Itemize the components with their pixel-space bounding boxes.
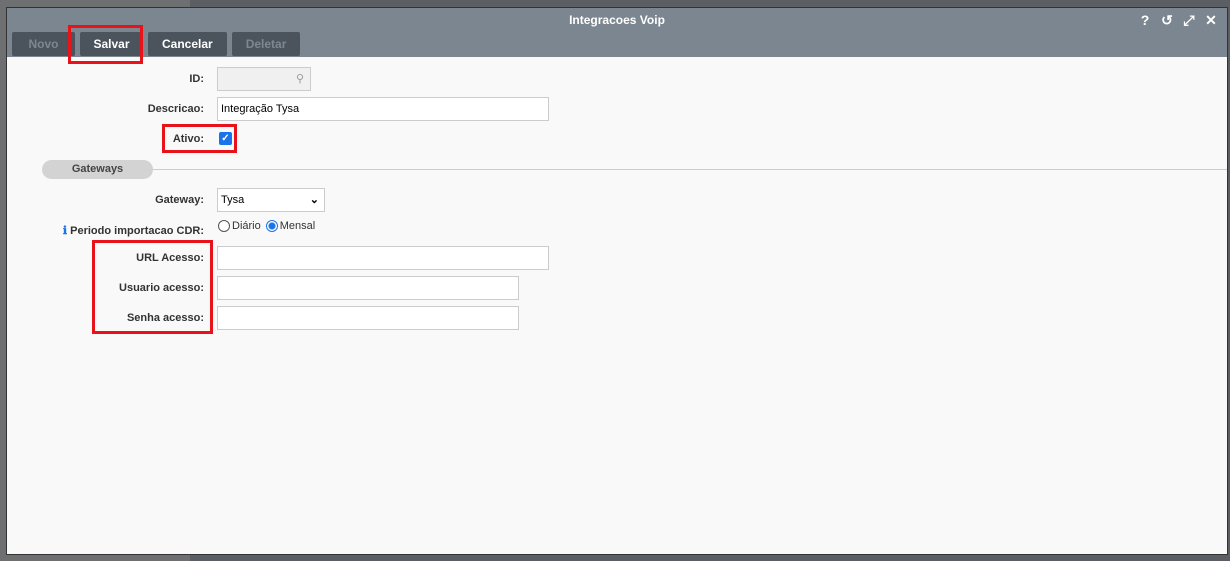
chevron-down-icon: ⌄ [309, 194, 319, 206]
gateway-selected-value: Tysa [221, 194, 245, 206]
descricao-input[interactable]: Integração Tysa [217, 97, 549, 121]
periodo-label: ℹ Periodo importacao CDR: [63, 224, 204, 237]
radio-mensal-label: Mensal [279, 220, 316, 232]
id-input[interactable]: ⚲ [217, 67, 311, 91]
history-icon[interactable]: ↺ [1159, 12, 1175, 29]
cancelar-button[interactable]: Cancelar [148, 32, 227, 56]
gateway-select[interactable]: Tysa ⌄ [217, 188, 325, 212]
section-divider [153, 169, 1227, 170]
search-icon[interactable]: ⚲ [296, 68, 304, 90]
dialog-titlebar: Integracoes Voip ? ↺ ⤢ ✕ Novo Salvar Can… [7, 8, 1227, 57]
usuario-acesso-label: Usuario acesso: [119, 282, 204, 294]
senha-acesso-label: Senha acesso: [126, 312, 204, 324]
periodo-radio-group: Diário Mensal [218, 220, 315, 232]
help-icon[interactable]: ? [1137, 12, 1153, 29]
url-acesso-label: URL Acesso: [136, 252, 204, 264]
salvar-button[interactable]: Salvar [80, 32, 143, 56]
radio-diario[interactable] [218, 220, 230, 232]
info-icon: ℹ [62, 225, 68, 237]
url-acesso-input[interactable] [217, 246, 549, 270]
integracoes-voip-dialog: Integracoes Voip ? ↺ ⤢ ✕ Novo Salvar Can… [6, 7, 1228, 555]
descricao-label: Descricao: [147, 103, 204, 115]
usuario-acesso-input[interactable] [217, 276, 519, 300]
radio-mensal[interactable] [265, 220, 278, 232]
ativo-label: Ativo: [172, 133, 204, 145]
dialog-title: Integracoes Voip [569, 13, 665, 27]
senha-acesso-input[interactable] [217, 306, 519, 330]
periodo-label-text: Periodo importacao CDR: [70, 225, 204, 237]
gateways-section-header: Gateways [42, 160, 153, 179]
deletar-button[interactable]: Deletar [231, 32, 300, 56]
gateway-label: Gateway: [155, 194, 204, 206]
id-label: ID: [189, 73, 204, 85]
ativo-checkbox[interactable]: ✓ [219, 132, 232, 145]
close-icon[interactable]: ✕ [1203, 12, 1219, 29]
novo-button[interactable]: Novo [12, 32, 75, 56]
maximize-icon[interactable]: ⤢ [1181, 12, 1197, 29]
radio-diario-label: Diário [232, 220, 261, 232]
